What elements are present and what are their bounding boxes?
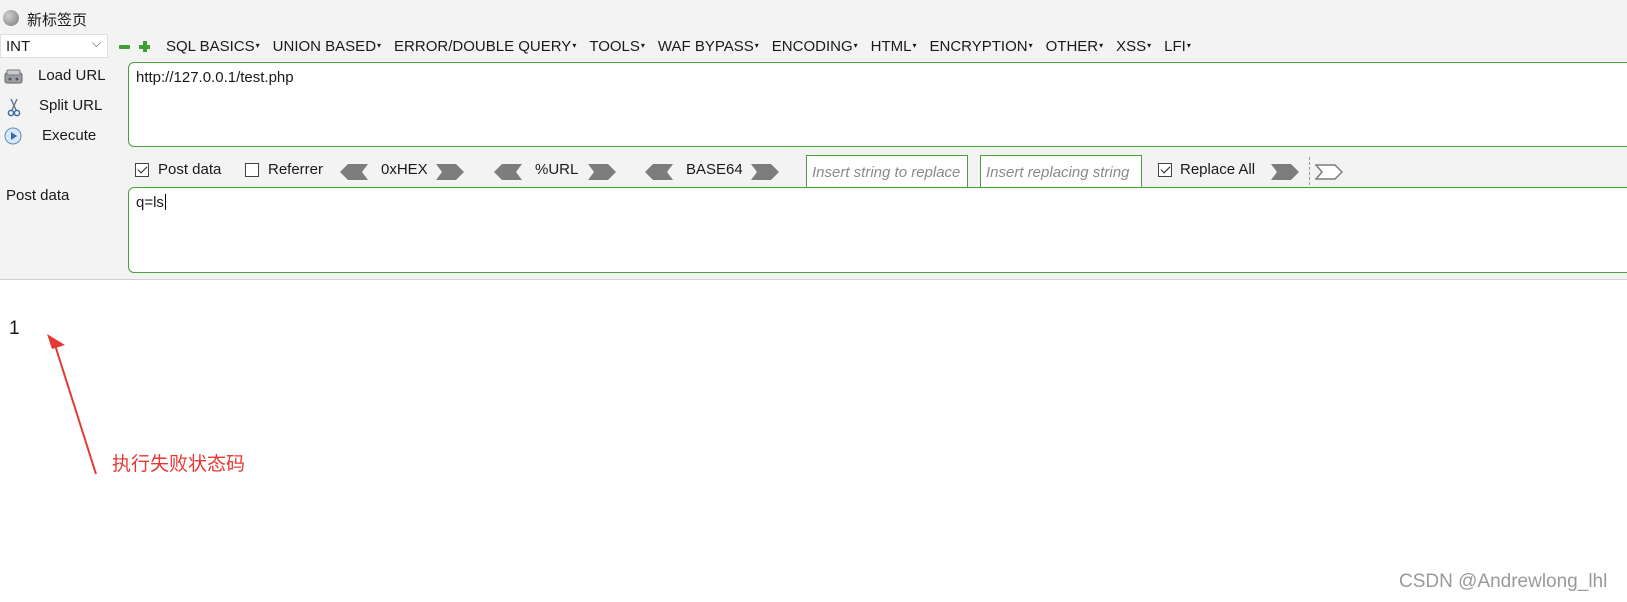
annotation-arrow <box>47 334 97 475</box>
annotation-arrowhead <box>47 334 65 349</box>
annotation-label: 执行失败状态码 <box>112 453 246 475</box>
watermark: CSDN @Andrewlong_lhl <box>1399 571 1608 592</box>
